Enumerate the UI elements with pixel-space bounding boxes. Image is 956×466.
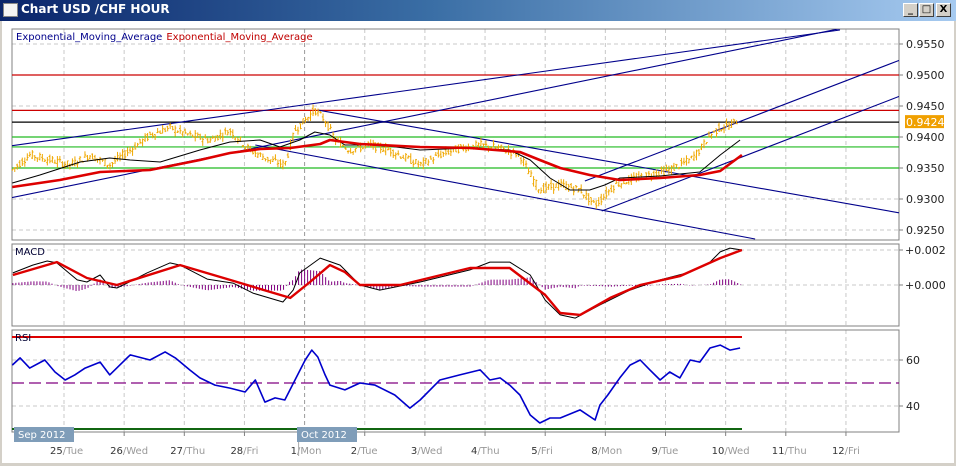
time-label: 25/Tue [50,446,83,457]
trendline [584,59,899,182]
rsi-axis-label: 60 [906,354,920,367]
time-label: 11/Thu [772,446,807,457]
day-name: /Tue [357,446,377,457]
trendline [255,144,756,240]
chart-canvas[interactable]: Exponential_Moving_Average Exponential_Mo… [0,0,956,466]
axis-labels: 0.9550 0.9500 0.9450 0.9400 0.9350 0.9300 0.92… [899,38,946,413]
time-label: 9/Tue [652,446,679,457]
day-name: /Fri [243,446,258,457]
trendline [601,95,899,212]
day-number: 25 [50,446,63,457]
grid-lines [12,29,899,432]
legend: Exponential_Moving_Average Exponential_Mo… [16,32,313,43]
day-name: /Mon [598,446,622,457]
trendline [317,109,899,214]
current-price-label: 0.9424 [906,116,945,129]
legend-ema-2: Exponential_Moving_Average [166,32,312,43]
rsi-axis-label: 40 [906,400,920,413]
day-name: /Tue [63,446,83,457]
time-label: 2/Tue [351,446,378,457]
time-label: 8/Mon [591,446,622,457]
day-number: 10 [712,446,725,457]
time-label: 4/Thu [471,446,500,457]
day-number: 11 [772,446,785,457]
day-number: 28 [230,446,243,457]
month-label: Oct 2012 [301,430,347,441]
day-name: /Thu [183,446,205,457]
day-number: 27 [170,446,183,457]
legend-ema-1: Exponential_Moving_Average [16,32,162,43]
day-name: /Thu [477,446,499,457]
macd-signal-line [12,248,743,317]
rsi-line [12,344,741,424]
day-name: /Fri [845,446,860,457]
rsi-title: RSI [15,333,31,344]
time-label: 10/Wed [712,446,750,457]
time-label: 27/Thu [170,446,205,457]
day-number: 12 [832,446,845,457]
price-axis-label: 0.9550 [906,38,945,51]
macd-title: MACD [15,247,45,258]
rsi-panel[interactable] [11,329,900,433]
macd-plot [12,247,743,319]
price-axis-label: 0.9250 [906,224,945,237]
day-number: 26 [110,446,123,457]
time-label: 5/Fri [531,446,553,457]
day-name: /Mon [297,446,321,457]
day-name: /Wed [123,446,148,457]
price-axis-label: 0.9450 [906,100,945,113]
price-axis-label: 0.9400 [906,131,945,144]
month-label: Sep 2012 [18,430,65,441]
price-plot [12,29,899,240]
day-name: /Wed [417,446,442,457]
time-label: 26/Wed [110,446,148,457]
time-label: 1/Mon [291,446,322,457]
price-axis-label: 0.9350 [906,162,945,175]
macd-axis-label: +0.002 [905,244,946,257]
macd-axis-label: +0.000 [905,279,946,292]
price-axis-label: 0.9500 [906,69,945,82]
time-label: 12/Fri [832,446,860,457]
time-label: 28/Fri [230,446,258,457]
day-name: /Wed [724,446,749,457]
day-name: /Tue [658,446,678,457]
day-name: /Thu [785,446,807,457]
time-label: 3/Wed [411,446,443,457]
day-name: /Fri [538,446,553,457]
rsi-plot [12,336,899,430]
price-axis-label: 0.9300 [906,193,945,206]
